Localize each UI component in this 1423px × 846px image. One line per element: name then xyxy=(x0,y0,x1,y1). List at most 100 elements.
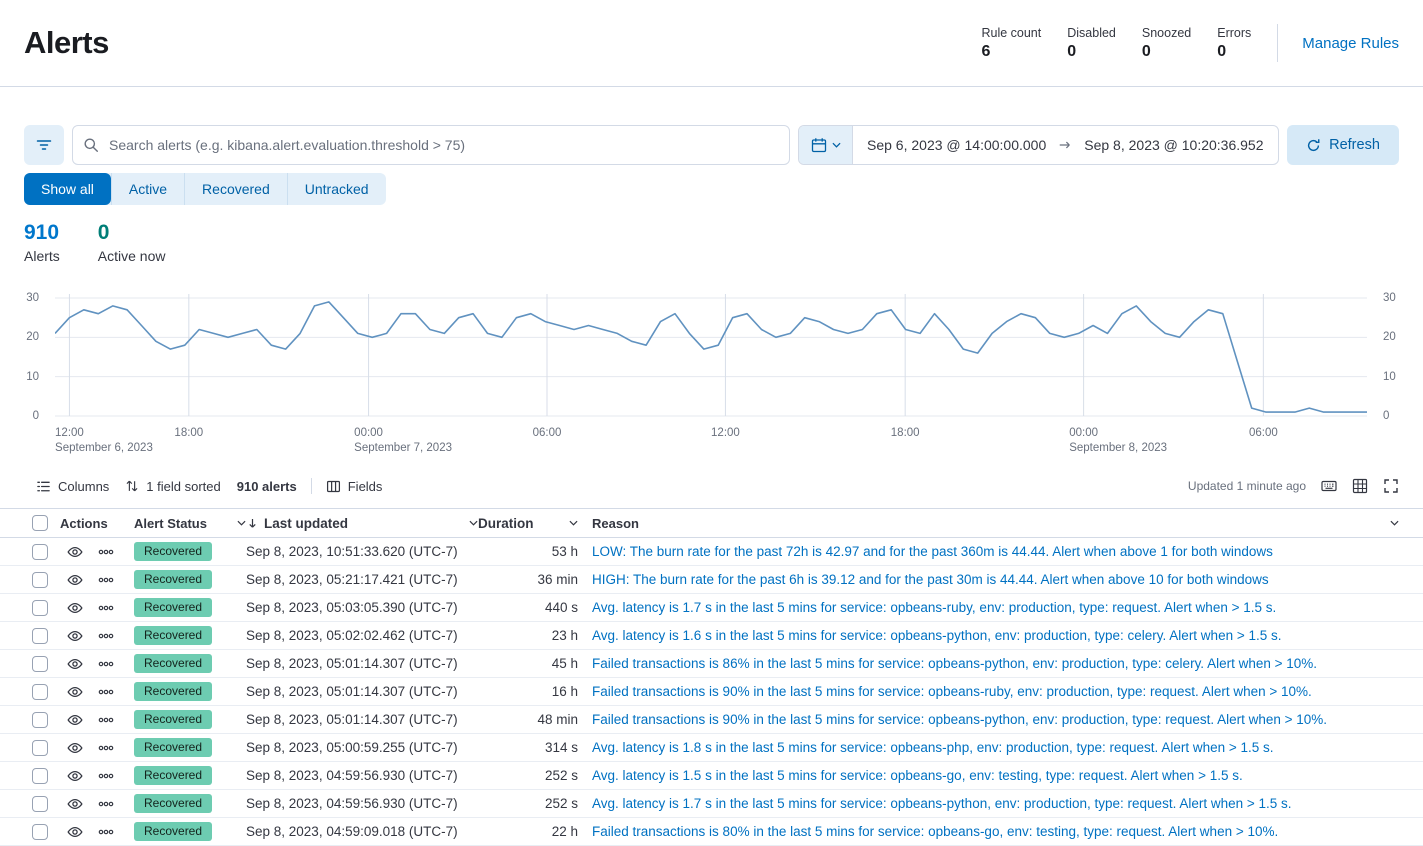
row-checkbox[interactable] xyxy=(32,768,48,784)
columns-button[interactable]: Columns xyxy=(28,479,117,494)
filter-tab-recovered[interactable]: Recovered xyxy=(184,173,287,205)
duration-header-cell[interactable]: Duration xyxy=(478,516,578,531)
y-axis-tick-label: 0 xyxy=(1383,409,1389,423)
reason-link[interactable]: Avg. latency is 1.6 s in the last 5 mins… xyxy=(592,628,1282,643)
chart-plot-area[interactable] xyxy=(55,294,1367,420)
chevron-down-icon[interactable] xyxy=(569,520,578,526)
last-updated-value: Sep 8, 2023, 05:21:17.421 (UTC-7) xyxy=(246,572,478,587)
start-date[interactable]: Sep 6, 2023 @ 14:00:00.000 xyxy=(867,137,1046,153)
row-actions-menu-button[interactable] xyxy=(98,544,114,560)
row-checkbox[interactable] xyxy=(32,684,48,700)
display-options-button[interactable] xyxy=(1352,478,1368,494)
row-actions-menu-button[interactable] xyxy=(98,684,114,700)
row-checkbox[interactable] xyxy=(32,628,48,644)
view-alert-details-button[interactable] xyxy=(67,656,83,672)
view-alert-details-button[interactable] xyxy=(67,572,83,588)
alerts-summary: 910 Alerts 0 Active now xyxy=(24,221,1399,264)
reason-link[interactable]: Failed transactions is 90% in the last 5… xyxy=(592,684,1312,699)
view-alert-details-button[interactable] xyxy=(67,628,83,644)
status-badge: Recovered xyxy=(134,626,212,645)
eye-icon xyxy=(67,824,83,840)
row-checkbox[interactable] xyxy=(32,712,48,728)
row-checkbox[interactable] xyxy=(32,572,48,588)
duration-value: 45 h xyxy=(478,656,578,671)
filter-tab-active[interactable]: Active xyxy=(111,173,184,205)
reason-link[interactable]: Failed transactions is 86% in the last 5… xyxy=(592,656,1317,671)
stat-errors: Errors 0 xyxy=(1217,26,1251,61)
updated-header-cell[interactable]: Last updated xyxy=(246,516,478,531)
y-axis-tick-label: 0 xyxy=(33,409,39,423)
quick-filters-button[interactable] xyxy=(24,125,64,165)
reason-link[interactable]: HIGH: The burn rate for the past 6h is 3… xyxy=(592,572,1269,587)
view-alert-details-button[interactable] xyxy=(67,796,83,812)
fields-button[interactable]: Fields xyxy=(318,479,391,494)
row-actions-menu-button[interactable] xyxy=(98,628,114,644)
chevron-down-icon[interactable] xyxy=(469,520,478,526)
page-header: Alerts Rule count 6 Disabled 0 Snoozed 0… xyxy=(0,0,1423,87)
row-checkbox[interactable] xyxy=(32,544,48,560)
arrow-right-icon xyxy=(1058,138,1072,152)
sort-icon xyxy=(125,479,139,493)
date-range-values: Sep 6, 2023 @ 14:00:00.000 Sep 8, 2023 @… xyxy=(853,126,1278,164)
reason-link[interactable]: Avg. latency is 1.7 s in the last 5 mins… xyxy=(592,796,1292,811)
row-checkbox[interactable] xyxy=(32,656,48,672)
row-actions-menu-button[interactable] xyxy=(98,712,114,728)
row-checkbox[interactable] xyxy=(32,740,48,756)
row-actions-menu-button[interactable] xyxy=(98,740,114,756)
stat-rule-count: Rule count 6 xyxy=(981,26,1041,61)
row-actions-menu-button[interactable] xyxy=(98,824,114,840)
duration-value: 440 s xyxy=(478,600,578,615)
x-axis-tick-label: 12:00September 6, 2023 xyxy=(55,427,84,439)
reason-link[interactable]: Avg. latency is 1.7 s in the last 5 mins… xyxy=(592,600,1276,615)
reason-link[interactable]: Avg. latency is 1.5 s in the last 5 mins… xyxy=(592,768,1243,783)
keyboard-shortcuts-button[interactable] xyxy=(1321,478,1337,494)
row-checkbox[interactable] xyxy=(32,824,48,840)
row-actions-menu-button[interactable] xyxy=(98,768,114,784)
status-header-cell[interactable]: Alert Status xyxy=(134,516,246,531)
more-actions-icon xyxy=(98,628,114,644)
chevron-down-icon[interactable] xyxy=(1390,520,1399,526)
date-picker-quick-menu-button[interactable] xyxy=(799,126,853,164)
fullscreen-button[interactable] xyxy=(1383,478,1399,494)
columns-label: Columns xyxy=(58,479,109,494)
sort-label: 1 field sorted xyxy=(146,479,220,494)
reason-link[interactable]: Failed transactions is 90% in the last 5… xyxy=(592,712,1327,727)
search-input[interactable] xyxy=(107,136,779,154)
view-alert-details-button[interactable] xyxy=(67,712,83,728)
view-alert-details-button[interactable] xyxy=(67,768,83,784)
row-actions-menu-button[interactable] xyxy=(98,796,114,812)
manage-rules-link[interactable]: Manage Rules xyxy=(1302,35,1399,52)
table-row: Recovered Sep 8, 2023, 05:21:17.421 (UTC… xyxy=(0,566,1423,594)
filter-tab-untracked[interactable]: Untracked xyxy=(287,173,386,205)
row-checkbox[interactable] xyxy=(32,796,48,812)
last-updated-value: Sep 8, 2023, 05:03:05.390 (UTC-7) xyxy=(246,600,478,615)
row-checkbox[interactable] xyxy=(32,600,48,616)
row-actions-menu-button[interactable] xyxy=(98,600,114,616)
reason-header-cell[interactable]: Reason xyxy=(578,516,1399,531)
row-actions-menu-button[interactable] xyxy=(98,656,114,672)
toolbar-right: Updated 1 minute ago xyxy=(1188,478,1399,494)
reason-link[interactable]: LOW: The burn rate for the past 72h is 4… xyxy=(592,544,1273,559)
view-alert-details-button[interactable] xyxy=(67,740,83,756)
sort-fields-button[interactable]: 1 field sorted xyxy=(117,479,228,494)
last-updated-value: Sep 8, 2023, 04:59:56.930 (UTC-7) xyxy=(246,768,478,783)
view-alert-details-button[interactable] xyxy=(67,824,83,840)
refresh-button[interactable]: Refresh xyxy=(1287,125,1399,165)
table-row: Recovered Sep 8, 2023, 05:02:02.462 (UTC… xyxy=(0,622,1423,650)
y-axis-tick-label: 20 xyxy=(1383,330,1396,344)
chevron-down-icon[interactable] xyxy=(237,520,246,526)
table-row: Recovered Sep 8, 2023, 05:01:14.307 (UTC… xyxy=(0,706,1423,734)
alerts-chart: 0102030 0102030 12:00September 6, 202318… xyxy=(0,290,1423,458)
search-box xyxy=(72,125,790,165)
y-axis-tick-label: 30 xyxy=(26,291,39,305)
fields-icon xyxy=(326,479,341,494)
reason-link[interactable]: Avg. latency is 1.8 s in the last 5 mins… xyxy=(592,740,1274,755)
row-actions-menu-button[interactable] xyxy=(98,572,114,588)
end-date[interactable]: Sep 8, 2023 @ 10:20:36.952 xyxy=(1084,137,1263,153)
more-actions-icon xyxy=(98,740,114,756)
filter-tab-show-all[interactable]: Show all xyxy=(24,173,111,205)
view-alert-details-button[interactable] xyxy=(67,544,83,560)
view-alert-details-button[interactable] xyxy=(67,684,83,700)
select-all-checkbox[interactable] xyxy=(32,515,48,531)
view-alert-details-button[interactable] xyxy=(67,600,83,616)
